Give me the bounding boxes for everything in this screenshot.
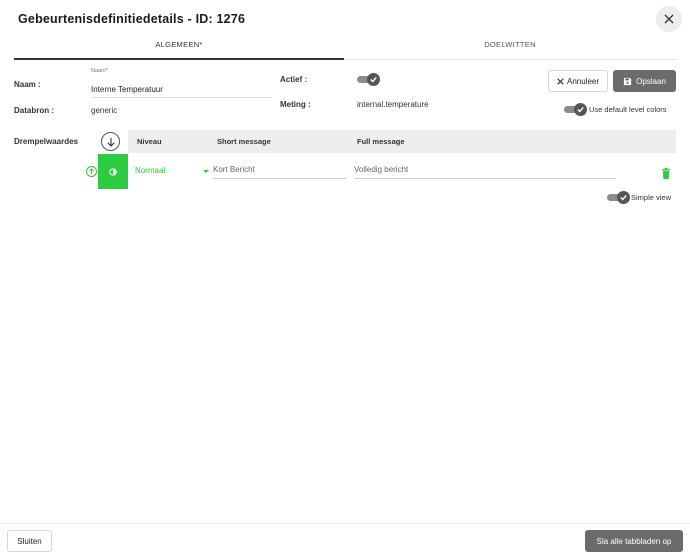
save-button[interactable]: Opslaan	[613, 70, 676, 92]
save-all-tabs-button[interactable]: Sla alle tabbladen op	[585, 530, 683, 552]
simple-view-toggle[interactable]	[607, 191, 630, 204]
cancel-label: Annuleer	[566, 76, 600, 86]
tab-algemeen[interactable]: ALGEMEEN*	[14, 37, 344, 60]
short-message-input[interactable]: Kort Bericht	[213, 163, 346, 179]
check-icon	[620, 195, 627, 201]
name-float-label: Naam*	[91, 68, 108, 74]
arrow-up-icon	[89, 168, 94, 175]
move-down-button[interactable]	[101, 132, 120, 151]
thresholds-table-header: Niveau Short message Full message	[128, 130, 676, 153]
thresholds-label: Drempelwaardes	[14, 137, 79, 146]
close-icon	[557, 77, 564, 85]
chevron-down-icon	[203, 170, 209, 173]
name-label: Naam :	[14, 80, 41, 89]
active-label: Actief :	[280, 75, 308, 84]
level-color-picker[interactable]	[98, 154, 128, 189]
column-header-full-message: Full message	[357, 137, 405, 146]
close-dialog-button[interactable]	[656, 6, 682, 32]
datasource-label: Databron :	[14, 106, 54, 115]
close-icon	[664, 14, 674, 24]
floppy-disk-icon	[623, 77, 632, 85]
trash-icon	[662, 168, 670, 179]
simple-view-label: Simple view	[631, 193, 672, 202]
tab-doelwitten[interactable]: DOELWITTEN	[344, 37, 676, 60]
dialog-title: Gebeurtenisdefinitiedetails - ID: 1276	[18, 12, 246, 26]
default-colors-toggle[interactable]	[564, 103, 587, 116]
close-button[interactable]: Sluiten	[7, 530, 52, 552]
active-toggle[interactable]	[357, 73, 380, 86]
metric-value: internal.temperature	[357, 100, 429, 109]
metric-label: Meting :	[280, 100, 311, 109]
arrow-down-icon	[106, 137, 115, 147]
default-colors-label: Use default level colors	[589, 105, 667, 114]
datasource-value: generic	[91, 106, 118, 115]
column-header-short-message: Short message	[217, 137, 271, 146]
check-icon	[577, 107, 584, 113]
full-message-input[interactable]: Volledig bericht	[354, 163, 616, 179]
column-header-level: Niveau	[137, 137, 162, 146]
tab-bar: ALGEMEEN* DOELWITTEN	[14, 37, 676, 60]
contrast-icon	[109, 167, 117, 176]
cancel-button[interactable]: Annuleer	[548, 70, 608, 92]
move-up-button[interactable]	[86, 166, 97, 177]
level-select[interactable]: Normaal	[135, 166, 209, 180]
check-icon	[370, 77, 377, 83]
delete-row-button[interactable]	[661, 166, 671, 184]
save-label: Opslaan	[636, 76, 666, 86]
level-value: Normaal	[135, 166, 166, 175]
name-input[interactable]: Interne Temperatuur	[91, 83, 272, 98]
